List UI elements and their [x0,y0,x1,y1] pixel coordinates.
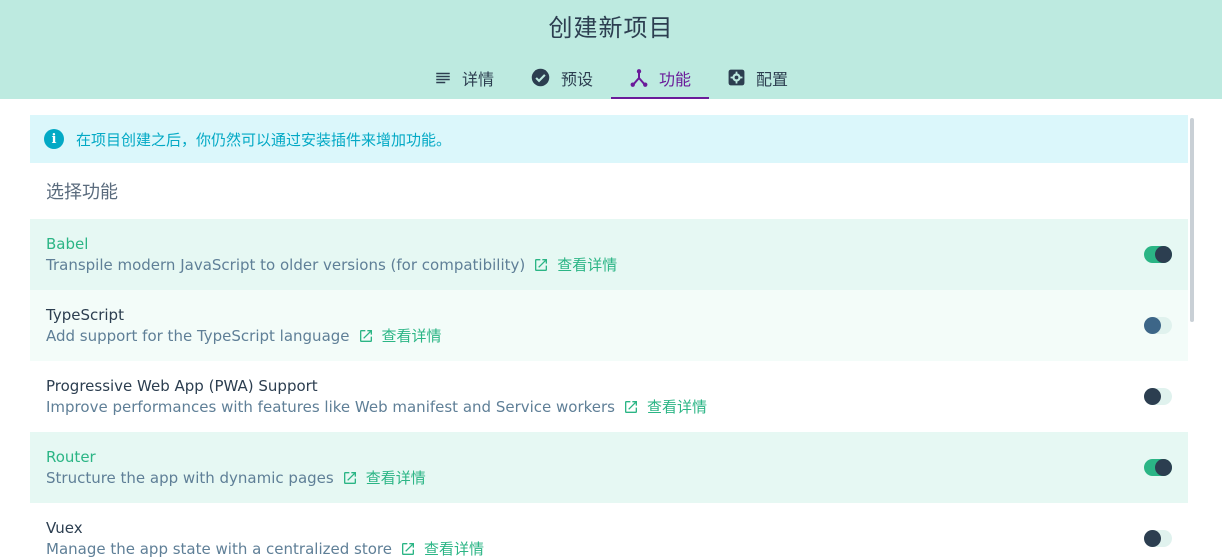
info-text: 在项目创建之后，你仍然可以通过安装插件来增加功能。 [76,130,452,149]
tab-label: 功能 [659,69,692,89]
feature-item-router[interactable]: Router Structure the app with dynamic pa… [30,432,1188,503]
more-info-link[interactable]: 查看详情 [400,539,484,559]
feature-item-typescript[interactable]: TypeScript Add support for the TypeScrip… [30,290,1188,361]
feature-name: Progressive Web App (PWA) Support [46,376,318,395]
feature-item-babel[interactable]: Babel Transpile modern JavaScript to old… [30,219,1188,290]
feature-description: Manage the app state with a centralized … [46,539,392,558]
feature-list-panel: i 在项目创建之后，你仍然可以通过安装插件来增加功能。 选择功能 Babel T… [30,115,1188,559]
scrollbar[interactable] [1190,118,1194,322]
tab-details[interactable]: 详情 [416,56,512,99]
tab-label: 配置 [756,69,789,89]
more-info-label: 查看详情 [647,397,708,416]
tab-label: 详情 [461,69,494,89]
tab-label: 预设 [560,69,593,89]
section-title: 选择功能 [46,182,118,203]
feature-name: Router [46,447,96,466]
feature-description: Transpile modern JavaScript to older ver… [46,255,526,274]
more-info-label: 查看详情 [557,255,618,274]
open-in-new-icon [535,259,548,271]
call-split-icon [629,68,649,88]
more-info-link[interactable]: 查看详情 [533,255,617,276]
header: 创建新项目 详情 预设 功能 配置 [0,0,1222,99]
feature-description: Improve performances with features like … [46,397,615,416]
feature-item-vuex[interactable]: Vuex Manage the app state with a central… [30,503,1188,559]
more-info-link[interactable]: 查看详情 [623,397,707,418]
tab-bar: 详情 预设 功能 配置 [0,56,1222,99]
info-icon: i [44,129,64,149]
info-banner: i 在项目创建之后，你仍然可以通过安装插件来增加功能。 [30,115,1188,163]
more-info-label: 查看详情 [423,539,484,558]
tab-features[interactable]: 功能 [611,56,710,99]
settings-box-icon [727,68,746,87]
more-info-link[interactable]: 查看详情 [358,326,442,347]
feature-toggle[interactable] [1144,317,1172,334]
page-title: 创建新项目 [548,14,674,42]
feature-toggle[interactable] [1144,530,1172,547]
check-circle-icon [530,67,551,88]
feature-name: Babel [46,234,89,253]
open-in-new-icon [625,401,637,413]
open-in-new-icon [359,330,372,342]
list-icon [434,69,452,87]
more-info-label: 查看详情 [381,326,442,345]
tab-config[interactable]: 配置 [709,56,806,99]
open-in-new-icon [343,472,356,484]
feature-name: TypeScript [46,305,124,324]
more-info-link[interactable]: 查看详情 [342,468,426,489]
feature-description: Add support for the TypeScript language [46,326,350,345]
feature-item-pwa[interactable]: Progressive Web App (PWA) Support Improv… [30,361,1188,432]
feature-toggle[interactable] [1144,388,1172,405]
more-info-label: 查看详情 [365,468,426,487]
tab-presets[interactable]: 预设 [512,56,611,99]
feature-description: Structure the app with dynamic pages [46,468,334,487]
open-in-new-icon [401,543,414,555]
feature-toggle[interactable] [1144,459,1172,476]
feature-name: Vuex [46,518,83,537]
feature-toggle[interactable] [1144,246,1172,263]
